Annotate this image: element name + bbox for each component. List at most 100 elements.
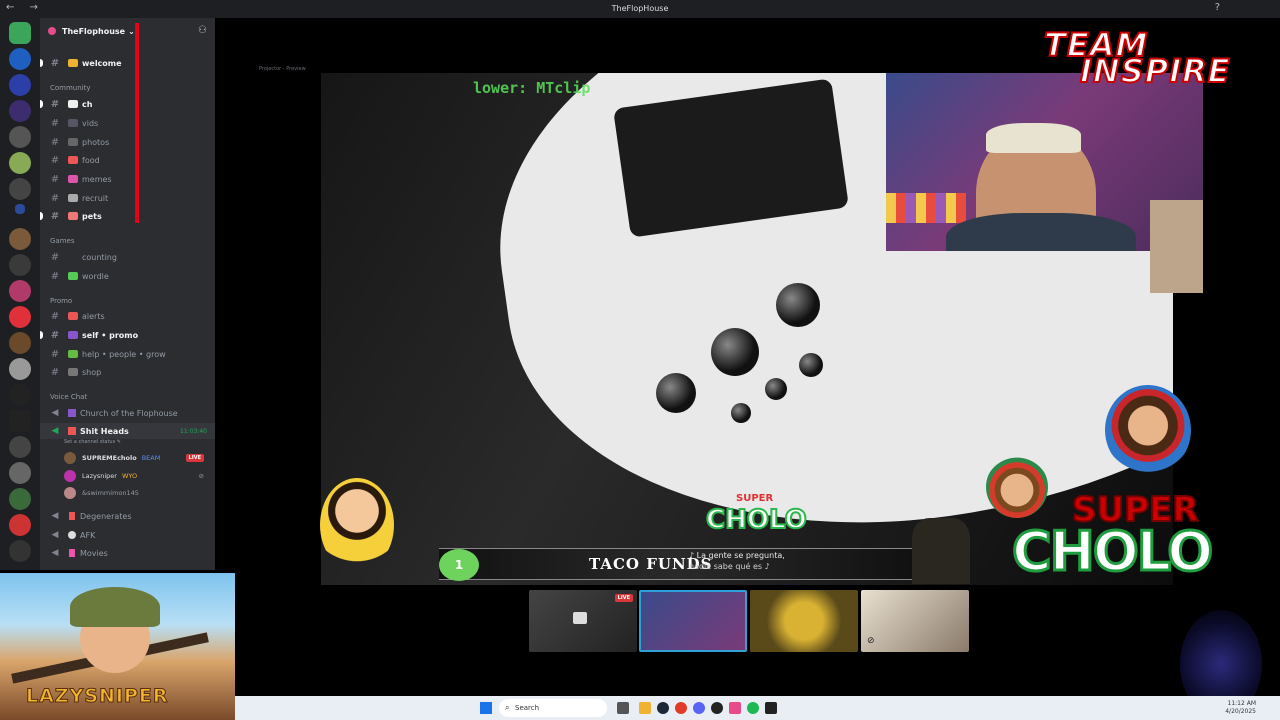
channel-label: AFK	[80, 530, 96, 540]
channel-welcome[interactable]: # welcome	[40, 55, 215, 71]
channel-emoji	[68, 175, 78, 183]
chrome-icon[interactable]	[675, 702, 687, 714]
channel-pets[interactable]: # pets	[40, 208, 215, 224]
category-promo[interactable]: Promo	[50, 297, 72, 305]
channel-label: Degenerates	[80, 511, 132, 521]
server-icon[interactable]	[9, 22, 31, 44]
guitar-knob	[656, 373, 696, 413]
channel-alerts[interactable]: # alerts	[40, 308, 215, 324]
channel-emoji	[68, 156, 78, 164]
stream-thumbnail[interactable]	[639, 590, 747, 652]
server-icon[interactable]	[9, 228, 31, 250]
spotify-icon[interactable]	[747, 702, 759, 714]
channel-photos[interactable]: # photos	[40, 134, 215, 150]
speaker-icon: ◀	[51, 548, 59, 558]
server-icon[interactable]	[9, 280, 31, 302]
server-icon[interactable]	[9, 100, 31, 122]
app-icon[interactable]	[729, 702, 741, 714]
channel-self-promo[interactable]: # self • promo	[40, 327, 215, 343]
guitar-knob	[711, 328, 759, 376]
obs-icon[interactable]	[711, 702, 723, 714]
hash-icon: #	[50, 366, 60, 378]
server-icon[interactable]	[9, 254, 31, 276]
logo-bottom: CHOLO	[1010, 519, 1214, 585]
server-icon[interactable]	[9, 126, 31, 148]
server-icon[interactable]	[9, 48, 31, 70]
voice-user[interactable]: Lazysniper WYO ⊘	[64, 468, 214, 484]
channel-emoji	[68, 312, 78, 320]
taskbar-search[interactable]: ⌕ Search	[499, 699, 607, 717]
server-icon[interactable]	[9, 152, 31, 174]
server-icon[interactable]	[9, 540, 31, 562]
server-icon[interactable]	[9, 332, 31, 354]
voice-channel-afk[interactable]: ◀ AFK	[40, 527, 215, 543]
voice-channel-church[interactable]: ◀ Church of the Flophouse	[40, 405, 215, 421]
user-name: &swimmimon145	[82, 489, 139, 497]
super-cholo-small-logo: SUPER CHOLO	[705, 493, 808, 541]
avatar	[64, 487, 76, 499]
server-icon[interactable]	[9, 514, 31, 536]
task-view-icon[interactable]	[617, 702, 629, 714]
folder-icon[interactable]	[15, 204, 25, 214]
hash-icon: #	[50, 136, 60, 148]
webcam-shelf	[886, 193, 966, 223]
server-icon[interactable]	[9, 462, 31, 484]
channel-help-people-grow[interactable]: # help • people • grow	[40, 346, 215, 362]
guitar-knob	[765, 378, 787, 400]
voice-channel-movies[interactable]: ◀ Movies	[40, 545, 215, 561]
discord-icon[interactable]	[693, 702, 705, 714]
stream-thumbnail[interactable]: LIVE	[529, 590, 637, 652]
voice-channel-degenerates[interactable]: ◀ Degenerates	[40, 508, 215, 524]
voice-active-icon: ◀	[51, 426, 59, 436]
channel-label: self • promo	[82, 330, 139, 340]
channel-shop[interactable]: # shop	[40, 364, 215, 380]
file-explorer-icon[interactable]	[639, 702, 651, 714]
lyric-line-2: nadie sabe qué es ♪	[689, 562, 770, 571]
server-icon[interactable]	[9, 436, 31, 458]
chevron-down-icon: ⌄	[128, 26, 135, 36]
server-icon[interactable]	[9, 488, 31, 510]
voice-user[interactable]: SUPREMEcholo BEAM LIVE	[64, 450, 214, 466]
projector-label: Projector - Preview	[259, 66, 306, 72]
video-overlay-label: lower: MTclip	[473, 79, 591, 97]
stream-thumbnail[interactable]	[750, 590, 858, 652]
skull-icon	[68, 531, 76, 539]
add-user-icon[interactable]: ⚇	[198, 25, 207, 36]
hash-icon: #	[50, 210, 60, 222]
channel-food[interactable]: # food	[40, 152, 215, 168]
channel-videos[interactable]: # vids	[40, 115, 215, 131]
channel-recruit[interactable]: # recruit	[40, 190, 215, 206]
server-list	[0, 18, 40, 570]
server-icon[interactable]	[9, 74, 31, 96]
guild-header[interactable]: TheFlophouse ⌄ ⚇	[40, 18, 215, 44]
steam-icon[interactable]	[657, 702, 669, 714]
channel-label: recruit	[82, 193, 109, 203]
category-voice-chat[interactable]: Voice Chat	[50, 393, 87, 401]
super-cholo-big-logo: SUPER CHOLO	[1010, 489, 1214, 586]
channel-emoji	[68, 59, 78, 67]
character-helmet	[70, 587, 160, 627]
channel-chat[interactable]: # ch	[40, 96, 215, 112]
server-icon[interactable]	[9, 384, 31, 406]
windows-start-icon[interactable]	[480, 702, 492, 714]
channel-counting[interactable]: # counting	[40, 249, 215, 265]
hash-icon: #	[50, 117, 60, 129]
server-icon[interactable]	[9, 178, 31, 200]
channel-label: vids	[82, 118, 99, 128]
taskbar-clock[interactable]: 11:12 AM 4/20/2025	[1225, 700, 1256, 716]
voice-user[interactable]: &swimmimon145	[64, 485, 214, 501]
category-games[interactable]: Games	[50, 237, 75, 245]
voice-channel-shit-heads[interactable]: ◀ Shit Heads 11:03:40	[40, 423, 215, 439]
server-icon[interactable]	[9, 306, 31, 328]
channel-status[interactable]: Set a channel status ✎	[64, 439, 121, 445]
category-community[interactable]: Community	[50, 84, 91, 92]
app-icon[interactable]	[765, 702, 777, 714]
stream-thumbnail[interactable]: ⊘	[861, 590, 969, 652]
server-icon[interactable]	[9, 410, 31, 432]
channel-wordle[interactable]: # wordle	[40, 268, 215, 284]
server-icon[interactable]	[9, 358, 31, 380]
channel-memes[interactable]: # memes	[40, 171, 215, 187]
logo-line-2: INSPIRE	[1079, 51, 1231, 91]
mute-icon: ⊘	[198, 472, 204, 480]
channel-emoji	[68, 331, 78, 339]
